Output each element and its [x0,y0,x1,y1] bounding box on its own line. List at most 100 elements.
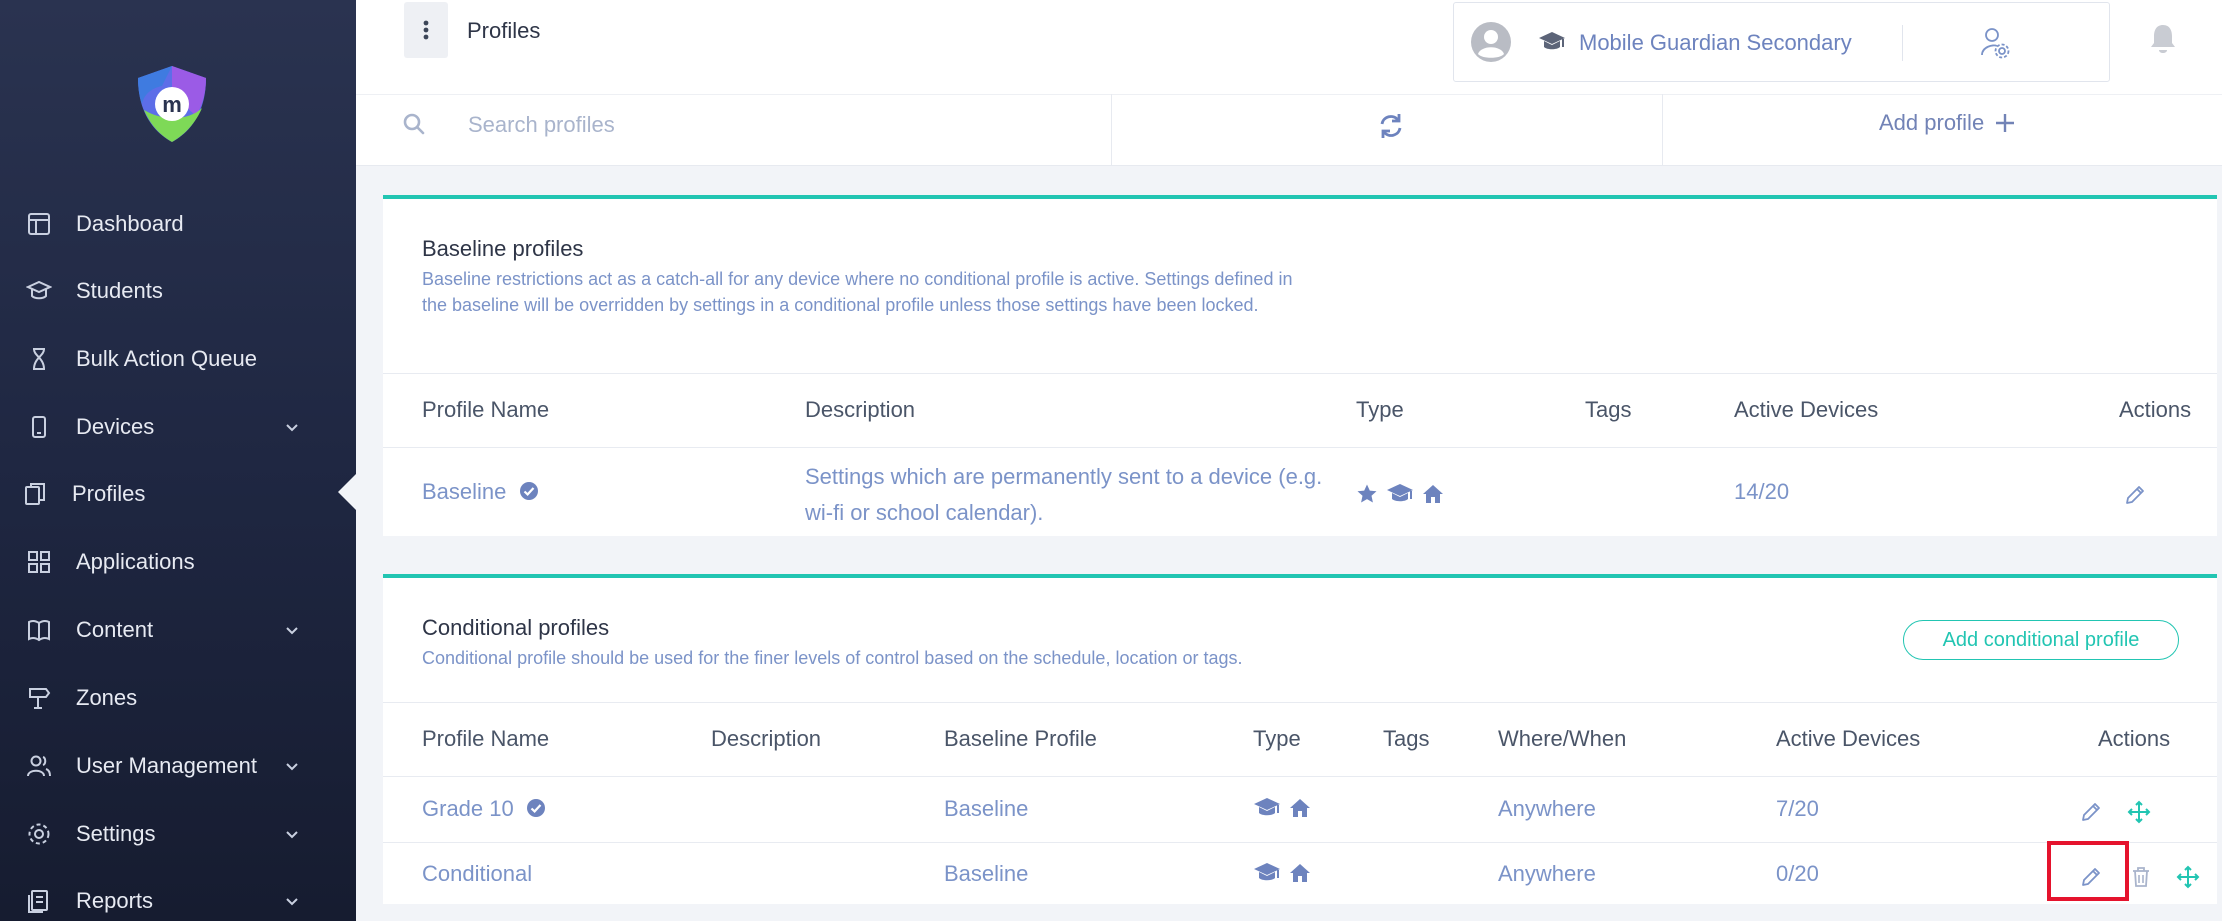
sidebar-item-students[interactable]: Students [0,263,356,319]
add-profile-label: Add profile [1879,110,1985,135]
sidebar-item-user-management[interactable]: User Management [0,738,356,794]
column-header-type[interactable]: Type [1356,397,1404,423]
sidebar-item-content[interactable]: Content [0,602,356,658]
home-icon [1290,864,1310,882]
page-title: Profiles [467,18,541,43]
applications-icon [28,551,50,573]
divider [383,447,2217,448]
sidebar-item-reports[interactable]: Reports [0,873,356,921]
column-header-active-devices[interactable]: Active Devices [1734,397,1878,423]
column-header-description[interactable]: Description [805,397,915,423]
profiles-icon [25,483,45,505]
section-description: Conditional profile should be used for t… [422,648,1243,668]
chevron-down-icon [286,763,298,771]
sidebar-item-bulk-action-queue[interactable]: Bulk Action Queue [0,331,356,387]
sidebar-item-label: Reports [76,888,154,913]
baseline-profile-link[interactable]: Baseline [944,861,1028,887]
users-icon [27,755,51,777]
profile-type-icons [1356,483,1444,505]
where-when-value: Anywhere [1498,861,1596,886]
chevron-down-icon [286,898,298,906]
section-description: Baseline restrictions act as a catch-all… [422,269,1293,315]
profile-name-link[interactable]: Conditional [422,861,532,887]
move-arrows-icon[interactable] [2176,865,2200,889]
add-conditional-profile-button[interactable]: Add conditional profile [1903,620,2179,660]
edit-pencil-icon[interactable] [2123,483,2147,507]
baseline-profile-link[interactable]: Baseline [944,796,1028,822]
sidebar-item-dashboard[interactable]: Dashboard [0,196,356,252]
column-header-description[interactable]: Description [711,726,821,752]
graduation-cap-icon [1254,863,1280,881]
search-icon [403,113,425,135]
home-icon [1423,485,1443,503]
baseline-profiles-card: Baseline profiles Baseline restrictions … [383,195,2217,536]
section-title: Baseline profiles [422,236,584,261]
column-header-where-when[interactable]: Where/When [1498,726,1626,752]
sidebar-item-profiles[interactable]: Profiles [0,466,356,522]
mobile-guardian-logo[interactable]: m [134,64,210,144]
verified-check-icon [526,799,545,817]
sidebar-item-label: Content [76,617,154,642]
sidebar-item-zones[interactable]: Zones [0,670,356,726]
plus-icon [1996,114,2015,132]
profile-type-icons [1253,797,1311,819]
account-switcher[interactable]: Mobile Guardian Secondary [1453,2,2110,82]
sidebar-item-label: Dashboard [76,211,184,236]
sidebar-item-applications[interactable]: Applications [0,534,356,590]
sidebar-item-label: Profiles [72,481,146,506]
profile-name[interactable]: Conditional [422,861,532,886]
zones-icon [29,688,51,709]
column-header-profile-name[interactable]: Profile Name [422,397,549,423]
add-profile-button[interactable]: Add profile [1879,110,2016,136]
refresh-icon[interactable] [1377,112,1405,140]
user-settings-icon[interactable] [1979,25,2011,59]
search-input[interactable] [468,106,1008,144]
device-icon [32,416,46,438]
trash-icon[interactable] [2129,865,2153,889]
profile-description: Settings which are permanently sent to a… [805,464,1323,525]
column-header-active-devices[interactable]: Active Devices [1776,726,1920,752]
where-when-value: Anywhere [1498,796,1596,821]
sidebar-item-label: Bulk Action Queue [76,346,258,371]
highlight-box [2047,841,2129,901]
active-indicator [338,474,356,510]
sidebar-item-settings[interactable]: Settings [0,806,356,862]
kebab-icon [423,20,429,40]
chevron-down-icon [286,627,298,635]
divider [1662,94,1663,166]
active-devices-count: 7/20 [1776,796,1819,821]
sidebar-item-label: Zones [76,685,138,710]
school-name: Mobile Guardian Secondary [1579,30,1852,55]
divider [383,776,2217,777]
star-icon [1357,484,1377,503]
profile-name[interactable]: Baseline [422,479,506,504]
sidebar-item-label: Devices [76,414,155,439]
column-header-tags[interactable]: Tags [1585,397,1631,423]
column-header-actions: Actions [2119,397,2192,422]
reports-icon [28,890,48,913]
graduation-cap-icon [1539,32,1565,50]
graduation-cap-icon [1254,798,1280,816]
column-header-type[interactable]: Type [1253,726,1301,752]
home-icon [1290,799,1310,817]
active-devices-count: 14/20 [1734,479,1790,504]
conditional-profiles-card: Conditional profiles Conditional profile… [383,574,2217,904]
divider [1111,94,1112,166]
notification-bell-icon[interactable] [2148,22,2178,56]
column-header-baseline-profile[interactable]: Baseline Profile [944,726,1097,752]
sidebar-item-label: User Management [76,753,257,778]
sidebar-item-devices[interactable]: Devices [0,399,356,455]
avatar-icon [1471,22,1511,62]
edit-pencil-icon[interactable] [2079,800,2103,824]
column-header-tags[interactable]: Tags [1383,726,1429,752]
profile-name-link[interactable]: Grade 10 [422,796,546,822]
move-arrows-icon[interactable] [2127,800,2151,824]
more-menu-button[interactable] [404,2,448,58]
column-header-profile-name[interactable]: Profile Name [422,726,549,752]
divider [383,702,2217,703]
verified-check-icon [519,482,538,500]
profile-name-link[interactable]: Baseline [422,479,539,505]
section-title: Conditional profiles [422,615,610,640]
profile-name[interactable]: Grade 10 [422,796,514,821]
content-icon [28,619,50,642]
